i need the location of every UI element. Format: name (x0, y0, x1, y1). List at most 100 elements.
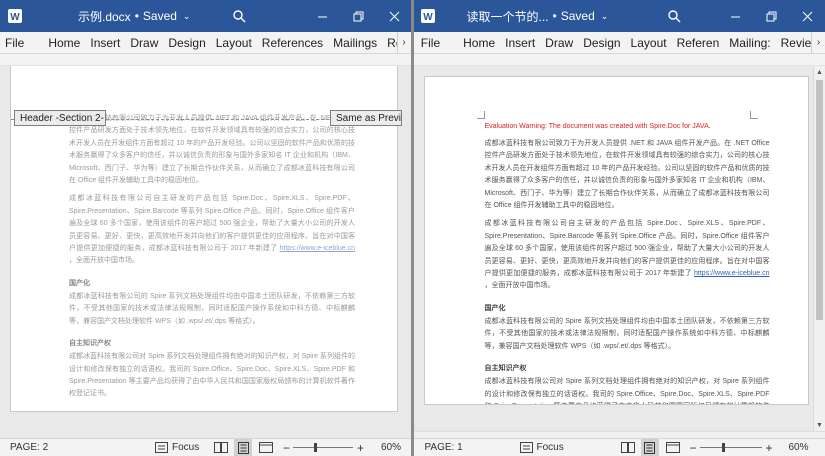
document-name: 示例.docx (78, 9, 131, 24)
ribbon-collapsed-area (413, 54, 825, 66)
scrollbar-thumb[interactable] (816, 80, 823, 320)
vertical-scrollbar[interactable]: ▲ ▼ (813, 66, 825, 431)
web-layout-button[interactable] (665, 439, 680, 456)
search-icon[interactable] (229, 6, 249, 26)
tab-design[interactable]: Design (163, 32, 210, 53)
close-button[interactable] (790, 0, 825, 32)
restore-icon (353, 11, 363, 21)
zoom-out-button[interactable]: − (690, 439, 697, 456)
paragraph-ip: 成都冰蓝科技有限公司对 Spire 系列文档处理组件拥有绝对的知识产权，对 Sp… (69, 353, 355, 398)
tab-draw[interactable]: Draw (125, 32, 163, 53)
paragraph-localization: 成都冰蓝科技有限公司的 Spire 系列文档处理组件均由中国本土团队研发，不依赖… (484, 317, 770, 350)
word-icon[interactable]: W (4, 5, 26, 27)
saved-status: Saved (560, 9, 595, 23)
zoom-slider-handle[interactable] (314, 443, 317, 452)
title-bar[interactable]: W 读取一个节的... • Saved ⌄ (413, 0, 825, 32)
zoom-level[interactable]: 60% (381, 439, 401, 456)
paragraph-products: 成都冰蓝科技有限公司自主研发的产品包括 Spire.Doc、Spire.XLS、… (484, 220, 770, 290)
search-icon[interactable] (664, 6, 684, 26)
minimize-icon (731, 16, 740, 17)
svg-text:W: W (423, 12, 433, 23)
word-icon[interactable]: W (417, 5, 439, 27)
zoom-in-button[interactable]: + (766, 439, 773, 456)
header-section-label[interactable]: Header -Section 2- (14, 110, 106, 126)
document-area[interactable]: 成都冰蓝科技有限公司致力于为开发人员提供 .NET 和 JAVA 组件开发产品。… (0, 66, 411, 438)
horizontal-scrollbar[interactable] (413, 431, 825, 438)
chevron-down-icon: ⌄ (182, 10, 191, 21)
focus-button[interactable]: Focus (519, 439, 564, 456)
heading-ip: 自主知识产权 (69, 340, 111, 348)
ribbon-scroll-right-button[interactable]: › (396, 32, 411, 53)
left-word-window: W 示例.docx • Saved ⌄ File Home Insert Dra… (0, 0, 411, 456)
page-body: Evaluation Warning: The document was cre… (484, 121, 770, 404)
read-mode-button[interactable] (620, 439, 635, 456)
tab-draw[interactable]: Draw (540, 32, 578, 53)
print-layout-button[interactable] (234, 439, 252, 456)
tab-home[interactable]: Home (43, 32, 85, 53)
tab-file[interactable]: File (416, 32, 445, 53)
right-word-window: W 读取一个节的... • Saved ⌄ File Home Insert D… (413, 0, 825, 456)
evaluation-warning: Evaluation Warning: The document was cre… (484, 123, 711, 130)
tab-references[interactable]: Referen (672, 32, 725, 53)
tab-file[interactable]: File (0, 32, 29, 53)
print-layout-icon (237, 441, 249, 454)
paragraph-intro: 成都冰蓝科技有限公司致力于为开发人员提供 .NET 和 JAVA 组件开发产品。… (69, 115, 355, 185)
heading-localization: 国产化 (69, 279, 90, 287)
minimize-button[interactable] (304, 0, 340, 32)
margin-corner-mark (749, 111, 758, 119)
page-indicator[interactable]: PAGE: 1 (425, 439, 463, 456)
close-button[interactable] (376, 0, 411, 32)
page-indicator[interactable]: PAGE: 2 (10, 439, 48, 456)
ribbon-collapsed-area (0, 54, 411, 66)
svg-text:W: W (10, 12, 20, 23)
website-link[interactable]: https://www.e-iceblue.cn (694, 270, 769, 277)
minimize-button[interactable] (718, 0, 754, 32)
margin-corner-mark (476, 111, 485, 119)
screen: W 示例.docx • Saved ⌄ File Home Insert Dra… (0, 0, 825, 456)
status-bar: PAGE: 1 Focus − + 60% (413, 438, 825, 456)
focus-label: Focus (172, 442, 200, 453)
zoom-slider[interactable] (293, 447, 353, 448)
document-page-1[interactable]: Evaluation Warning: The document was cre… (423, 76, 809, 405)
heading-ip: 自主知识产权 (484, 365, 527, 373)
same-as-previous-label[interactable]: Same as Previous (330, 110, 402, 126)
restore-button[interactable] (340, 0, 376, 32)
title-bar[interactable]: W 示例.docx • Saved ⌄ (0, 0, 411, 32)
minimize-icon (317, 16, 327, 17)
focus-label: Focus (536, 442, 564, 453)
paragraph-products: 成都冰蓝科技有限公司自主研发的产品包括 Spire.Doc、Spire.XLS、… (69, 195, 355, 265)
tab-insert[interactable]: Insert (85, 32, 125, 53)
zoom-in-button[interactable]: + (357, 439, 364, 456)
close-icon (802, 11, 813, 21)
paragraph-localization: 成都冰蓝科技有限公司的 Spire 系列文档处理组件均由中国本土团队研发，不依赖… (69, 292, 355, 325)
tab-design[interactable]: Design (578, 32, 625, 53)
web-layout-button[interactable] (259, 439, 273, 456)
zoom-out-button[interactable]: − (283, 439, 290, 456)
tab-layout[interactable]: Layout (211, 32, 257, 53)
focus-icon (519, 442, 533, 453)
status-bar: PAGE: 2 Focus − + 60% (0, 438, 411, 456)
tab-mailings[interactable]: Mailing: (724, 32, 775, 53)
focus-button[interactable]: Focus (155, 439, 199, 456)
document-title[interactable]: 示例.docx • Saved ⌄ (78, 8, 190, 25)
document-title[interactable]: 读取一个节的... • Saved ⌄ (467, 8, 609, 25)
read-mode-icon (214, 442, 228, 453)
tab-home[interactable]: Home (458, 32, 500, 53)
zoom-slider-handle[interactable] (721, 443, 725, 452)
website-link[interactable]: https://www.e-iceblue.cn (280, 245, 355, 252)
read-mode-button[interactable] (214, 439, 228, 456)
tab-mailings[interactable]: Mailings (328, 32, 382, 53)
print-layout-button[interactable] (640, 439, 659, 456)
print-layout-icon (644, 441, 655, 454)
tab-layout[interactable]: Layout (626, 32, 672, 53)
zoom-slider[interactable] (699, 447, 762, 448)
scroll-up-icon[interactable]: ▲ (814, 66, 825, 78)
restore-button[interactable] (754, 0, 790, 32)
document-area[interactable]: Evaluation Warning: The document was cre… (413, 66, 825, 431)
tab-references[interactable]: References (257, 32, 328, 53)
zoom-level[interactable]: 60% (789, 439, 809, 456)
ribbon-scroll-right-button[interactable]: › (811, 32, 825, 53)
tab-insert[interactable]: Insert (500, 32, 540, 53)
restore-icon (766, 11, 777, 21)
scroll-down-icon[interactable]: ▼ (814, 419, 825, 431)
